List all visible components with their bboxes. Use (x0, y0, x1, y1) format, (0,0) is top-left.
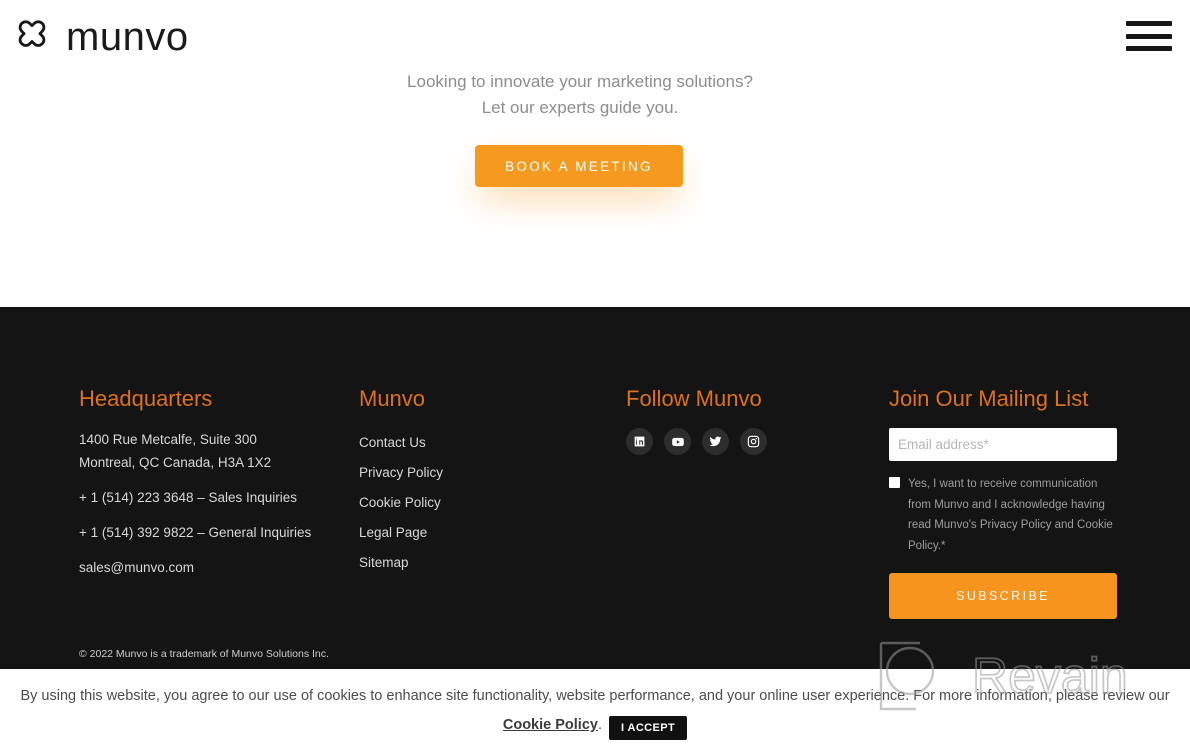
accept-cookies-button[interactable]: I ACCEPT (608, 716, 688, 740)
linkedin-glyph (634, 436, 645, 447)
cookie-consent-banner: By using this website, you agree to our … (0, 669, 1190, 747)
footer-column-headquarters: Headquarters 1400 Rue Metcalfe, Suite 30… (79, 386, 349, 579)
subscribe-button[interactable]: SUBSCRIBE (889, 573, 1117, 619)
cookie-policy-link[interactable]: Cookie Policy (503, 717, 598, 733)
twitter-icon[interactable] (702, 428, 729, 455)
address-line-1: 1400 Rue Metcalfe, Suite 300 (79, 432, 257, 447)
hamburger-menu-icon[interactable] (1126, 18, 1172, 54)
brand-wordmark: munvo (66, 15, 189, 59)
hero-section: munvo Looking to innovate your marketing… (0, 0, 1190, 307)
instagram-icon[interactable] (740, 428, 767, 455)
consent-row: Yes, I want to receive communication fro… (889, 474, 1117, 556)
phone-general[interactable]: + 1 (514) 392 9822 – General Inquiries (79, 521, 349, 544)
instagram-glyph (747, 435, 760, 448)
email-address-input[interactable] (889, 428, 1117, 461)
hero-tagline-line-1: Looking to innovate your marketing solut… (407, 72, 753, 91)
cta-container: BOOK A MEETING (0, 145, 1158, 187)
footer-column-munvo: Munvo Contact Us Privacy Policy Cookie P… (359, 386, 609, 578)
youtube-icon[interactable] (664, 428, 691, 455)
brand-logo[interactable]: munvo (12, 15, 189, 59)
consent-label: Yes, I want to receive communication fro… (908, 478, 1113, 552)
footer-link-privacy-policy[interactable]: Privacy Policy (359, 458, 609, 488)
phone-sales[interactable]: + 1 (514) 223 3648 – Sales Inquiries (79, 486, 349, 509)
footer-link-sitemap[interactable]: Sitemap (359, 548, 609, 578)
munvo-clover-mark-icon (18, 20, 46, 47)
social-links-row (626, 428, 876, 455)
twitter-bird-glyph (709, 436, 722, 447)
footer-columns: Headquarters 1400 Rue Metcalfe, Suite 30… (0, 386, 1190, 646)
cookie-banner-text: By using this website, you agree to our … (20, 688, 1170, 704)
copyright-text: © 2022 Munvo is a trademark of Munvo Sol… (79, 648, 329, 660)
mailing-list-title: Join Our Mailing List (889, 386, 1089, 411)
footer-column-mailing-list: Join Our Mailing List Yes, I want to rec… (889, 386, 1117, 619)
footer-link-contact-us[interactable]: Contact Us (359, 428, 609, 458)
hamburger-bar-1 (1126, 21, 1172, 26)
munvo-links-title: Munvo (359, 386, 426, 411)
hero-tagline-line-2: Let our experts guide you. (481, 98, 679, 117)
address-line-2: Montreal, QC Canada, H3A 1X2 (79, 455, 272, 470)
consent-checkbox[interactable] (889, 477, 900, 488)
book-a-meeting-button[interactable]: BOOK A MEETING (475, 145, 683, 187)
contact-email[interactable]: sales@munvo.com (79, 556, 349, 579)
linkedin-icon[interactable] (626, 428, 653, 455)
footer-link-cookie-policy[interactable]: Cookie Policy (359, 488, 609, 518)
footer-column-follow: Follow Munvo (626, 386, 876, 455)
hero-tagline: Looking to innovate your marketing solut… (0, 69, 1160, 121)
hamburger-bar-2 (1126, 33, 1172, 39)
cookie-banner-text-end: . (597, 717, 602, 733)
footer-link-legal-page[interactable]: Legal Page (359, 518, 609, 548)
follow-munvo-title: Follow Munvo (626, 386, 762, 411)
hamburger-bar-3 (1126, 46, 1172, 51)
youtube-glyph (671, 437, 684, 446)
headquarters-title: Headquarters (79, 386, 213, 411)
